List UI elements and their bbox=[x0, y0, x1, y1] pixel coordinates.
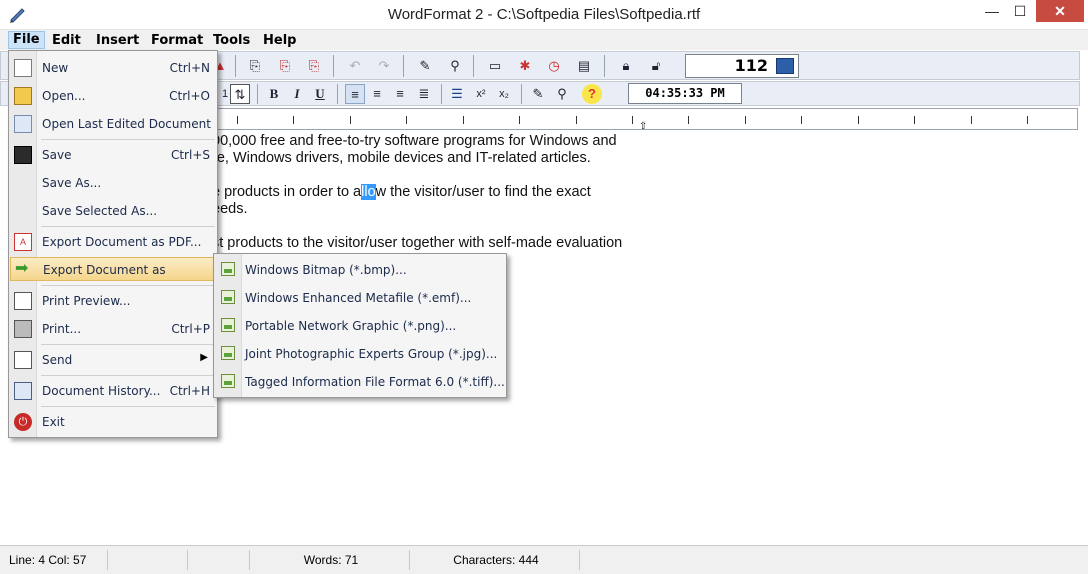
find-icon[interactable]: ⎘ bbox=[245, 56, 265, 76]
align-left-icon[interactable]: ≡ bbox=[345, 84, 365, 104]
character-count-status: Characters: 444 bbox=[410, 550, 580, 570]
status-bar: Line: 4 Col: 57 Words: 71 Characters: 44… bbox=[0, 545, 1088, 574]
zoom-icon[interactable]: ⚲ bbox=[445, 56, 465, 76]
italic-button[interactable]: I bbox=[287, 84, 307, 104]
image-file-icon bbox=[221, 318, 235, 332]
history-icon bbox=[14, 382, 32, 400]
text-line: e products in order to allow the visitor… bbox=[212, 184, 591, 200]
unlock-icon[interactable]: 🔓︎ bbox=[646, 56, 666, 76]
justify-icon[interactable]: ≣ bbox=[414, 84, 434, 104]
title-bar: WordFormat 2 - C:\Softpedia Files\Softpe… bbox=[0, 0, 1088, 30]
special-char-icon[interactable]: ✱ bbox=[515, 56, 535, 76]
menu-item-open-last[interactable]: Open Last Edited Document bbox=[10, 112, 216, 136]
menu-help[interactable]: Help bbox=[263, 33, 296, 48]
envelope-icon bbox=[14, 351, 32, 369]
close-button[interactable]: ✕ bbox=[1036, 0, 1084, 22]
power-icon: ⏻ bbox=[14, 413, 32, 431]
export-tiff[interactable]: Tagged Information File Format 6.0 (*.ti… bbox=[215, 369, 505, 395]
green-arrow-icon: ➡ bbox=[15, 260, 29, 277]
file-menu: New Ctrl+N Open... Ctrl+O Open Last Edit… bbox=[8, 50, 218, 438]
menu-item-save[interactable]: Save Ctrl+S bbox=[10, 143, 216, 167]
align-center-icon[interactable]: ≡ bbox=[367, 84, 387, 104]
underline-button[interactable]: U bbox=[310, 84, 330, 104]
text-line: st products to the visitor/user together… bbox=[212, 235, 623, 251]
new-document-icon bbox=[14, 59, 32, 77]
menu-item-save-as[interactable]: Save As... bbox=[10, 171, 216, 195]
pdf-icon: A bbox=[14, 233, 32, 251]
page-icon[interactable]: ▤ bbox=[574, 56, 594, 76]
bullet-list-icon[interactable]: ☰ bbox=[447, 84, 467, 104]
find-replace-icon[interactable]: ⎘ bbox=[275, 56, 295, 76]
image-file-icon bbox=[221, 346, 235, 360]
text-line: 00,000 free and free-to-try software pro… bbox=[212, 133, 617, 149]
menu-item-save-selected-as[interactable]: Save Selected As... bbox=[10, 199, 216, 223]
export-png[interactable]: Portable Network Graphic (*.png)... bbox=[215, 313, 505, 339]
format-painter-2-icon[interactable]: ✎ bbox=[528, 84, 548, 104]
submenu-arrow-icon: ▶ bbox=[200, 352, 208, 363]
redo-icon[interactable]: ↷ bbox=[374, 56, 394, 76]
menu-edit[interactable]: Edit bbox=[52, 33, 81, 48]
zoom-2-icon[interactable]: ⚲ bbox=[552, 84, 572, 104]
bold-button[interactable]: B bbox=[264, 84, 284, 104]
format-painter-icon[interactable]: ✎ bbox=[415, 56, 435, 76]
print-preview-icon bbox=[14, 292, 32, 310]
text-line: re, Windows drivers, mobile devices and … bbox=[212, 150, 591, 166]
menu-item-print[interactable]: Print... Ctrl+P bbox=[10, 317, 216, 341]
word-counter-display: 112 bbox=[685, 54, 799, 78]
line-col-status: Line: 4 Col: 57 bbox=[6, 550, 108, 570]
insert-field-icon[interactable]: ▭ bbox=[485, 56, 505, 76]
printer-icon bbox=[14, 320, 32, 338]
menu-item-print-preview[interactable]: Print Preview... bbox=[10, 289, 216, 313]
menu-item-exit[interactable]: ⏻ Exit bbox=[10, 410, 216, 434]
menu-insert[interactable]: Insert bbox=[96, 33, 139, 48]
recent-document-icon bbox=[14, 115, 32, 133]
text-selection: llo bbox=[361, 184, 376, 200]
menu-tools[interactable]: Tools bbox=[213, 33, 250, 48]
calculator-icon[interactable] bbox=[776, 58, 794, 74]
menu-item-document-history[interactable]: Document History... Ctrl+H bbox=[10, 379, 216, 403]
menu-bar: File Edit Insert Format Tools Help bbox=[0, 30, 1088, 50]
subscript-button[interactable]: x₂ bbox=[494, 84, 514, 104]
window-title: WordFormat 2 - C:\Softpedia Files\Softpe… bbox=[387, 6, 701, 23]
menu-item-open[interactable]: Open... Ctrl+O bbox=[10, 84, 216, 108]
clock-icon[interactable]: ◷ bbox=[544, 56, 564, 76]
align-right-icon[interactable]: ≡ bbox=[390, 84, 410, 104]
counter-value: 112 bbox=[734, 56, 768, 75]
superscript-button[interactable]: x² bbox=[471, 84, 491, 104]
menu-item-export-pdf[interactable]: A Export Document as PDF... bbox=[10, 230, 216, 254]
image-file-icon bbox=[221, 290, 235, 304]
menu-item-export-as[interactable]: ➡ Export Document as bbox=[10, 257, 216, 281]
undo-icon[interactable]: ↶ bbox=[345, 56, 365, 76]
help-icon[interactable]: ? bbox=[582, 84, 602, 104]
maximize-button[interactable]: ☐ bbox=[1006, 0, 1034, 22]
floppy-disk-icon bbox=[14, 146, 32, 164]
time-display: 04:35:33 PM bbox=[628, 83, 742, 104]
word-count-status: Words: 71 bbox=[250, 550, 410, 570]
menu-item-new[interactable]: New Ctrl+N bbox=[10, 56, 216, 80]
export-bmp[interactable]: Windows Bitmap (*.bmp)... bbox=[215, 257, 505, 283]
menu-format[interactable]: Format bbox=[151, 33, 203, 48]
menu-item-send[interactable]: Send ▶ bbox=[10, 348, 216, 372]
lock-icon[interactable]: 🔒︎ bbox=[616, 56, 636, 76]
open-folder-icon bbox=[14, 87, 32, 105]
image-file-icon bbox=[221, 374, 235, 388]
find-next-icon[interactable]: ⎘ bbox=[304, 56, 324, 76]
minimize-button[interactable]: — bbox=[978, 0, 1006, 22]
menu-file[interactable]: File bbox=[8, 31, 45, 49]
export-submenu: Windows Bitmap (*.bmp)... Windows Enhanc… bbox=[213, 253, 507, 398]
export-jpg[interactable]: Joint Photographic Experts Group (*.jpg)… bbox=[215, 341, 505, 367]
image-file-icon bbox=[221, 262, 235, 276]
export-emf[interactable]: Windows Enhanced Metafile (*.emf)... bbox=[215, 285, 505, 311]
size-spinner-icon[interactable]: ⇅ bbox=[230, 84, 250, 104]
